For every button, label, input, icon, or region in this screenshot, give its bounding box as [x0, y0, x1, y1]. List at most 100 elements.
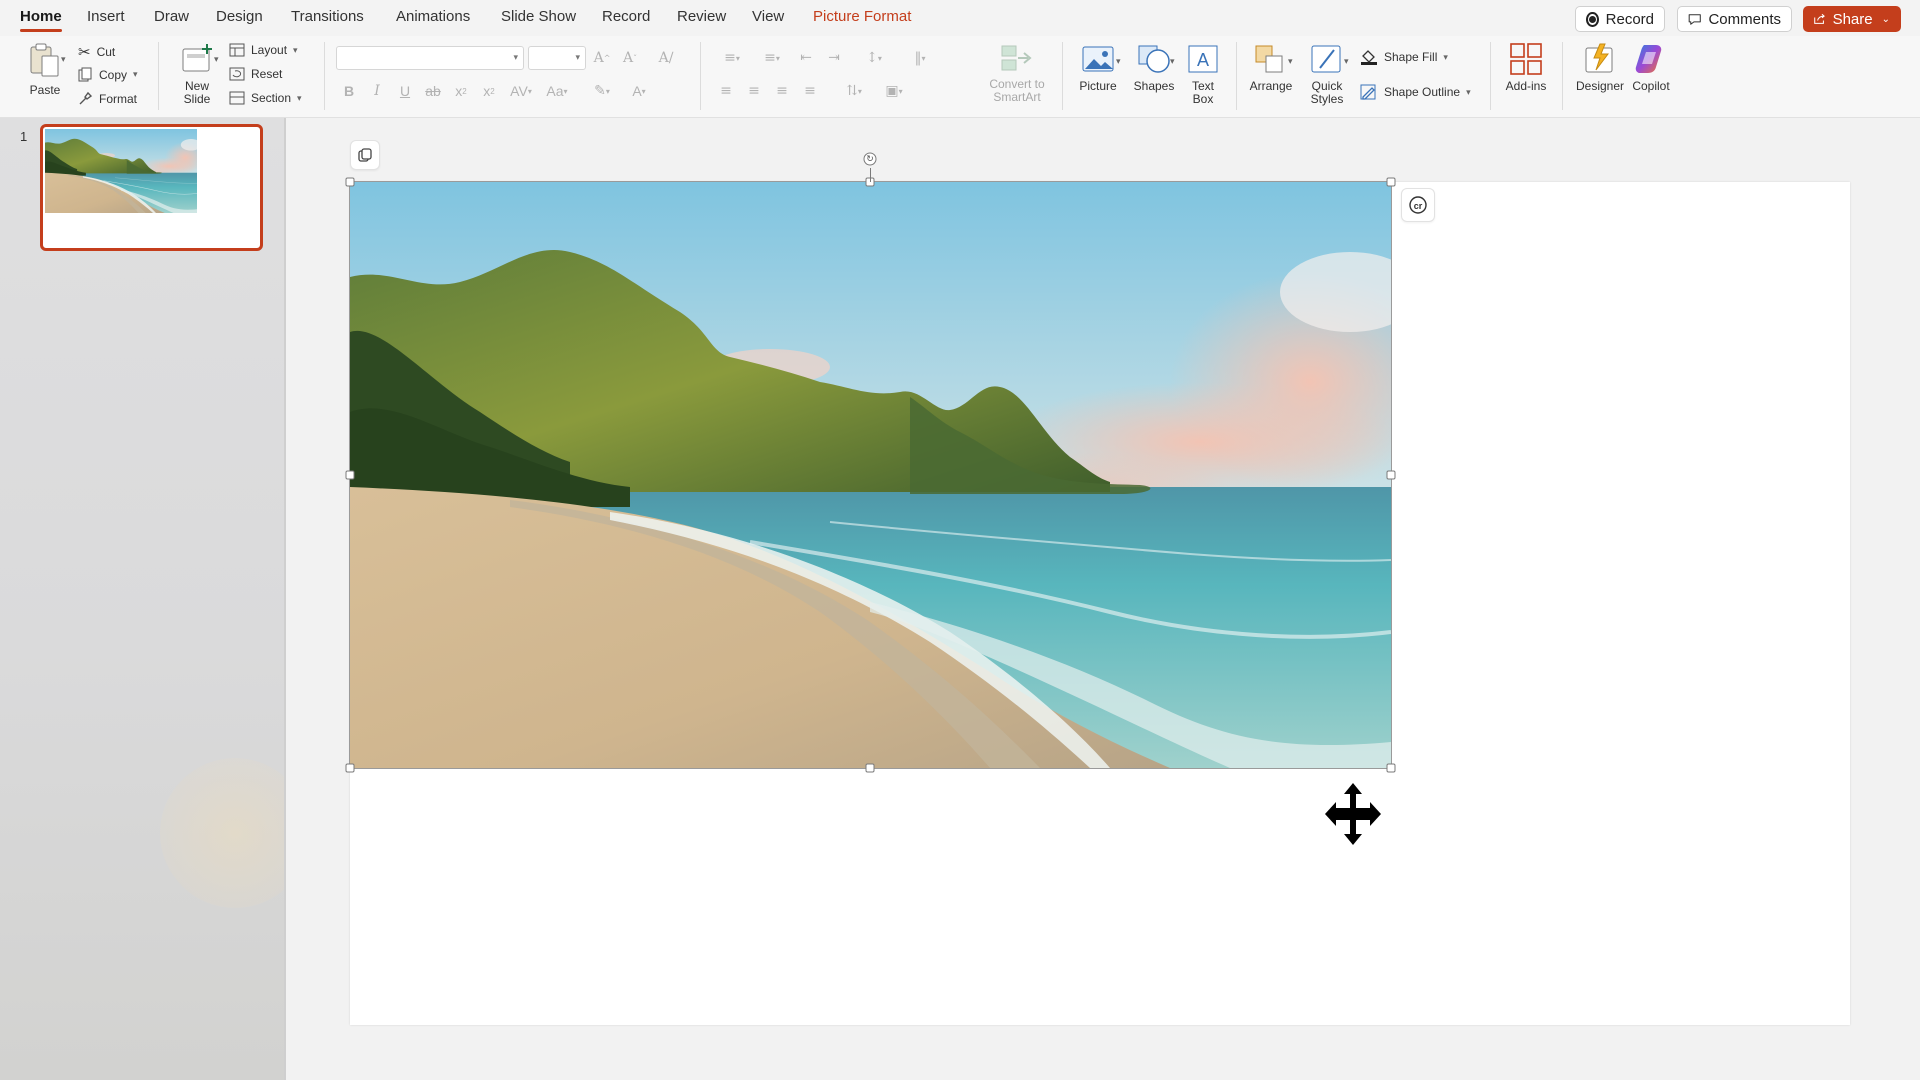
tab-view[interactable]: View [752, 8, 784, 25]
paste-dropdown-icon[interactable]: ▾ [61, 54, 66, 65]
cut-button[interactable]: ✂ Cut [78, 43, 115, 61]
ribbon-separator [1490, 42, 1491, 110]
columns-icon[interactable]: ‖ ▾ [900, 47, 940, 69]
shapes-button[interactable]: Shapes [1128, 44, 1180, 93]
line-spacing-icon[interactable]: ↕ ▾ [854, 47, 894, 69]
align-center-icon[interactable]: ≡ [740, 80, 768, 102]
share-button[interactable]: Share ⌄ [1803, 6, 1901, 32]
subscript-icon[interactable]: x2 [475, 80, 503, 102]
align-right-icon[interactable]: ≡ [768, 80, 796, 102]
tab-animations[interactable]: Animations [396, 8, 470, 25]
align-left-icon[interactable]: ≡ [712, 80, 740, 102]
paste-label: Paste [29, 83, 61, 97]
text-box-button[interactable]: A Text Box [1184, 44, 1222, 106]
font-name-combo[interactable]: ▾ [336, 46, 524, 70]
tab-design[interactable]: Design [216, 8, 263, 25]
tab-review[interactable]: Review [677, 8, 726, 25]
resize-handle-bottom-left[interactable] [345, 763, 355, 773]
comments-button[interactable]: Comments [1677, 6, 1792, 32]
ribbon-separator [158, 42, 159, 110]
reset-icon [229, 67, 245, 81]
tab-slide-show[interactable]: Slide Show [501, 8, 576, 25]
underline-icon[interactable]: U [391, 80, 419, 102]
font-color-icon[interactable]: A ▾ [621, 80, 657, 102]
beach-picture[interactable] [349, 181, 1392, 769]
resize-handle-bottom[interactable] [865, 763, 875, 773]
alt-text-icon[interactable]: cr [1401, 188, 1435, 222]
tab-insert[interactable]: Insert [87, 8, 125, 25]
arrange-button[interactable]: Arrange [1245, 44, 1297, 93]
copy-dropdown-icon[interactable]: ▾ [133, 69, 138, 80]
bold-icon[interactable]: B [335, 80, 363, 102]
strikethrough-icon[interactable]: ab [419, 80, 447, 102]
align-text-icon[interactable]: ▣ ▾ [874, 80, 914, 102]
tab-picture-format[interactable]: Picture Format [813, 8, 911, 25]
picture-button[interactable]: Picture [1074, 44, 1122, 93]
italic-icon[interactable]: I [363, 80, 391, 102]
bullets-icon[interactable]: ≡ ▾ [712, 47, 752, 69]
layout-dropdown-icon[interactable]: ▾ [293, 45, 298, 56]
new-slide-button[interactable]: New Slide [172, 42, 222, 106]
reset-button[interactable]: Reset [229, 67, 282, 81]
paste-button[interactable]: Paste [24, 42, 66, 97]
tab-draw[interactable]: Draw [154, 8, 189, 25]
picture-selection-icon[interactable] [350, 140, 380, 170]
slide-thumbnail-1[interactable] [40, 124, 263, 251]
share-dropdown-icon[interactable]: ⌄ [1882, 14, 1890, 25]
character-spacing-icon[interactable]: AV ▾ [503, 80, 539, 102]
arrange-dropdown-icon[interactable]: ▾ [1288, 56, 1293, 67]
numbering-icon[interactable]: ≡ ▾ [752, 47, 792, 69]
copilot-button[interactable]: Copilot [1628, 42, 1674, 93]
font-name-dropdown-icon[interactable]: ▾ [513, 52, 518, 63]
resize-handle-left[interactable] [345, 470, 355, 480]
quick-styles-button[interactable]: Quick Styles [1304, 44, 1350, 106]
record-button[interactable]: Record [1575, 6, 1665, 32]
copy-button[interactable]: Copy ▾ [78, 67, 138, 82]
shape-fill-dropdown-icon[interactable]: ▾ [1443, 52, 1448, 63]
ribbon: Paste ▾ ✂ Cut Copy ▾ Format New Slide ▾ … [0, 36, 1920, 118]
resize-handle-top-left[interactable] [345, 177, 355, 187]
decrease-font-size-icon[interactable]: Aˇ [616, 47, 644, 69]
designer-label: Designer [1575, 79, 1625, 93]
section-dropdown-icon[interactable]: ▾ [297, 93, 302, 104]
decrease-indent-icon[interactable]: ⇤ [792, 47, 820, 69]
superscript-icon[interactable]: x2 [447, 80, 475, 102]
move-cursor-icon [1322, 780, 1384, 848]
increase-indent-icon[interactable]: ⇥ [820, 47, 848, 69]
convert-to-smartart-button[interactable]: Convert to SmartArt [982, 44, 1052, 104]
format-painter-button[interactable]: Format [78, 91, 137, 106]
pencil-icon [1360, 84, 1376, 100]
share-button-label: Share [1832, 10, 1873, 28]
change-case-icon[interactable]: Aa ▾ [539, 80, 575, 102]
add-ins-label: Add-ins [1505, 79, 1547, 93]
highlight-icon[interactable]: ✎ ▾ [583, 80, 621, 102]
tab-transitions[interactable]: Transitions [291, 8, 364, 25]
quick-styles-dropdown-icon[interactable]: ▾ [1344, 56, 1349, 67]
shape-fill-button[interactable]: Shape Fill ▾ [1360, 49, 1448, 65]
tab-record[interactable]: Record [602, 8, 650, 25]
rotate-handle-icon[interactable]: ↻ [863, 152, 877, 166]
resize-handle-top-right[interactable] [1386, 177, 1396, 187]
copilot-label: Copilot [1632, 79, 1670, 93]
add-ins-button[interactable]: Add-ins [1500, 42, 1552, 93]
new-slide-dropdown-icon[interactable]: ▾ [214, 54, 219, 65]
shapes-dropdown-icon[interactable]: ▾ [1170, 56, 1175, 67]
resize-handle-bottom-right[interactable] [1386, 763, 1396, 773]
designer-button[interactable]: Designer [1572, 42, 1628, 93]
clear-formatting-icon[interactable]: A∕ [652, 47, 680, 69]
layout-icon [229, 43, 245, 57]
shape-outline-dropdown-icon[interactable]: ▾ [1466, 87, 1471, 98]
justify-icon[interactable]: ≡ [796, 80, 824, 102]
font-size-dropdown-icon[interactable]: ▾ [575, 52, 580, 63]
shape-outline-button[interactable]: Shape Outline ▾ [1360, 84, 1471, 100]
picture-dropdown-icon[interactable]: ▾ [1116, 56, 1121, 67]
thumbnail-picture [45, 129, 197, 213]
tab-home[interactable]: Home [20, 8, 62, 32]
section-button[interactable]: Section ▾ [229, 91, 302, 105]
resize-handle-right[interactable] [1386, 470, 1396, 480]
increase-font-size-icon[interactable]: A ^ [588, 47, 616, 69]
text-direction-icon[interactable]: ⇅ ▾ [834, 80, 874, 102]
share-icon [1814, 13, 1825, 24]
font-size-combo[interactable]: ▾ [528, 46, 586, 70]
layout-button[interactable]: Layout ▾ [229, 43, 298, 57]
